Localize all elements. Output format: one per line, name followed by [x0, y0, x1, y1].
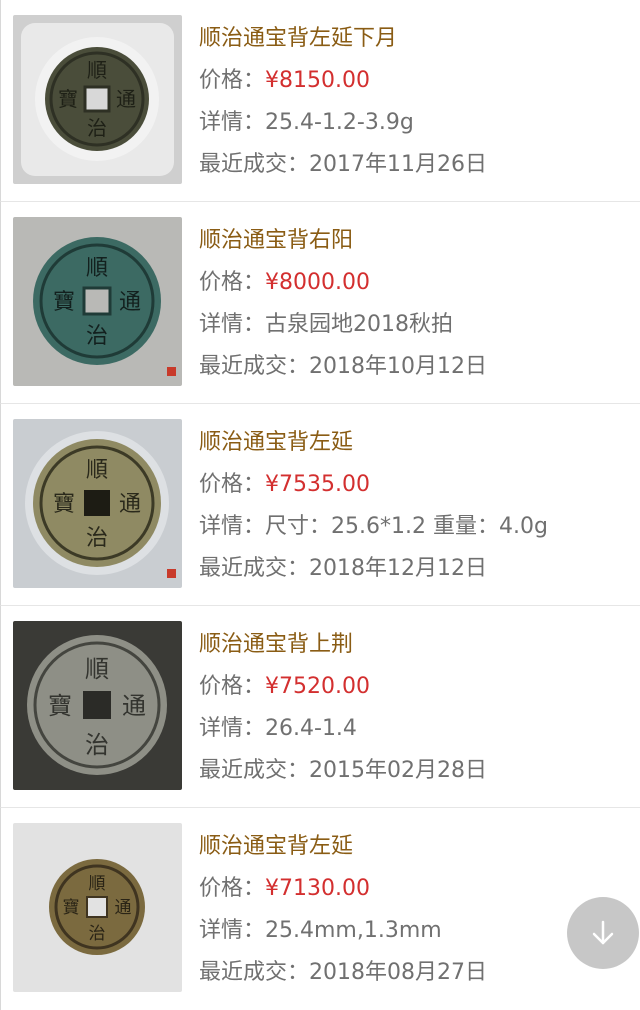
price-value: ¥8150.00 [265, 68, 370, 93]
price-row: 价格：¥7130.00 [199, 868, 630, 910]
svg-text:順: 順 [87, 58, 107, 82]
date-label: 最近成交： [199, 758, 310, 783]
price-label: 价格： [199, 876, 266, 901]
svg-text:寶: 寶 [58, 87, 78, 111]
date-value: 2017年11月26日 [309, 152, 487, 177]
date-label: 最近成交： [199, 354, 310, 379]
coin-image[interactable]: 順 通 寶 治 [13, 823, 182, 992]
svg-text:寶: 寶 [63, 897, 80, 918]
date-value: 2018年10月12日 [309, 354, 487, 379]
detail-label: 详情： [199, 918, 266, 943]
item-title[interactable]: 顺治通宝背左延下月 [199, 18, 630, 60]
price-row: 价格：¥7520.00 [199, 666, 630, 708]
svg-text:通: 通 [119, 492, 141, 517]
date-value: 2018年12月12日 [309, 556, 487, 581]
date-value: 2015年02月28日 [309, 758, 487, 783]
coin-image[interactable]: 順 通 寶 治 [13, 621, 182, 790]
svg-text:順: 順 [86, 256, 108, 281]
svg-text:治: 治 [86, 526, 108, 551]
date-label: 最近成交： [199, 556, 310, 581]
price-label: 价格： [199, 472, 266, 497]
arrow-down-icon [592, 920, 614, 945]
detail-row: 详情：26.4-1.4 [199, 708, 630, 750]
detail-row: 详情：古泉园地2018秋拍 [199, 304, 630, 346]
list-item[interactable]: 順 通 寶 治 顺治通宝背上荆 价格：¥7520.00 详情：26.4-1.4 … [0, 606, 640, 808]
svg-text:通: 通 [116, 87, 136, 111]
detail-row: 详情：尺寸：25.6*1.2 重量：4.0g [199, 506, 630, 548]
svg-text:治: 治 [85, 731, 109, 759]
date-row: 最近成交：2018年12月12日 [199, 548, 630, 590]
svg-text:寶: 寶 [48, 692, 72, 720]
price-value: ¥7535.00 [265, 472, 370, 497]
date-label: 最近成交： [199, 960, 310, 985]
svg-text:順: 順 [86, 458, 108, 483]
price-value: ¥7520.00 [265, 674, 370, 699]
price-value: ¥7130.00 [265, 876, 370, 901]
date-value: 2018年08月27日 [309, 960, 487, 985]
detail-label: 详情： [199, 716, 266, 741]
date-row: 最近成交：2018年08月27日 [199, 952, 630, 994]
price-label: 价格： [199, 68, 266, 93]
detail-label: 详情： [199, 110, 266, 135]
scroll-down-button[interactable] [567, 897, 639, 969]
svg-text:順: 順 [89, 874, 106, 894]
detail-value: 尺寸：25.6*1.2 重量：4.0g [265, 514, 548, 539]
item-title[interactable]: 顺治通宝背右阳 [199, 220, 630, 262]
coin-image[interactable]: 順 通 寶 治 [13, 217, 182, 386]
price-row: 价格：¥7535.00 [199, 464, 630, 506]
svg-text:寶: 寶 [53, 290, 75, 315]
price-label: 价格： [199, 270, 266, 295]
item-title[interactable]: 顺治通宝背左延 [199, 422, 630, 464]
coin-image[interactable]: 順 通 寶 治 [13, 419, 182, 588]
list-item[interactable]: 順 通 寶 治 顺治通宝背左延下月 价格：¥8150.00 详情：25.4-1.… [0, 0, 640, 202]
date-row: 最近成交：2017年11月26日 [199, 144, 630, 186]
detail-label: 详情： [199, 514, 266, 539]
detail-value: 25.4-1.2-3.9g [265, 110, 414, 135]
svg-text:寶: 寶 [53, 492, 75, 517]
detail-row: 详情：25.4-1.2-3.9g [199, 102, 630, 144]
detail-label: 详情： [199, 312, 266, 337]
detail-row: 详情：25.4mm,1.3mm [199, 910, 630, 952]
listing-list: 順 通 寶 治 顺治通宝背左延下月 价格：¥8150.00 详情：25.4-1.… [0, 0, 640, 1010]
svg-text:順: 順 [85, 655, 109, 683]
date-label: 最近成交： [199, 152, 310, 177]
svg-text:治: 治 [86, 324, 108, 349]
price-label: 价格： [199, 674, 266, 699]
svg-text:通: 通 [122, 692, 146, 720]
detail-value: 25.4mm,1.3mm [265, 918, 442, 943]
date-row: 最近成交：2015年02月28日 [199, 750, 630, 792]
list-item[interactable]: 順 通 寶 治 顺治通宝背左延 价格：¥7130.00 详情：25.4mm,1.… [0, 808, 640, 1010]
svg-text:通: 通 [119, 290, 141, 315]
price-value: ¥8000.00 [265, 270, 370, 295]
item-title[interactable]: 顺治通宝背左延 [199, 826, 630, 868]
item-title[interactable]: 顺治通宝背上荆 [199, 624, 630, 666]
svg-text:通: 通 [115, 898, 132, 918]
coin-image[interactable]: 順 通 寶 治 [13, 15, 182, 184]
svg-text:治: 治 [89, 924, 106, 944]
list-item[interactable]: 順 通 寶 治 顺治通宝背左延 价格：¥7535.00 详情：尺寸：25.6*1… [0, 404, 640, 606]
svg-text:治: 治 [87, 116, 107, 140]
detail-value: 26.4-1.4 [265, 716, 357, 741]
price-row: 价格：¥8000.00 [199, 262, 630, 304]
detail-value: 古泉园地2018秋拍 [265, 312, 454, 337]
date-row: 最近成交：2018年10月12日 [199, 346, 630, 388]
price-row: 价格：¥8150.00 [199, 60, 630, 102]
list-item[interactable]: 順 通 寶 治 顺治通宝背右阳 价格：¥8000.00 详情：古泉园地2018秋… [0, 202, 640, 404]
